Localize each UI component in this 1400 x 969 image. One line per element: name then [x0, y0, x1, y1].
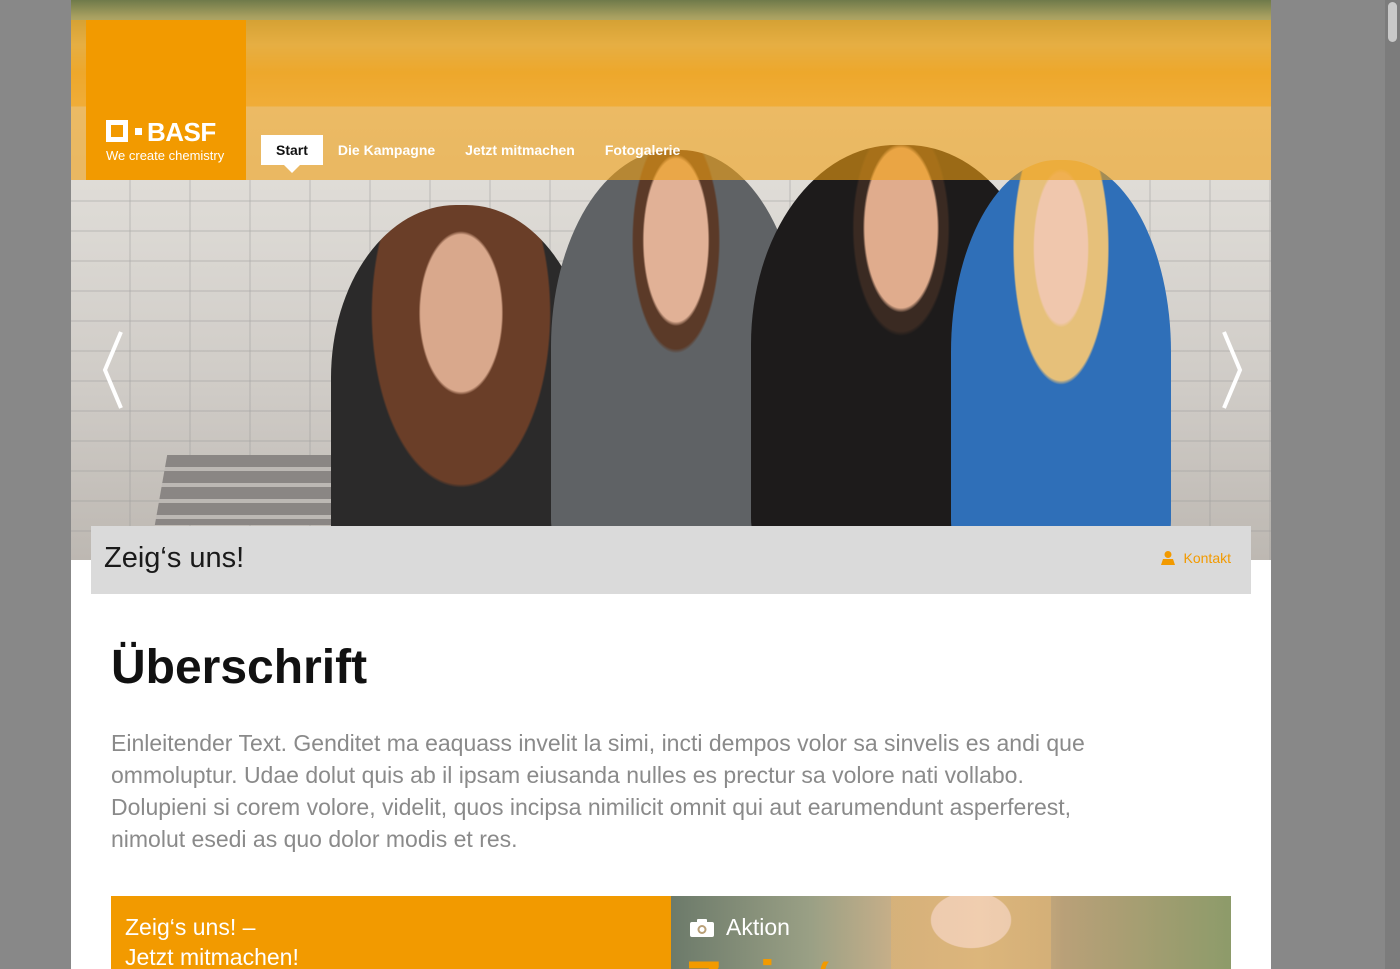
contact-label: Kontakt [1183, 550, 1231, 566]
slider-prev-button[interactable] [99, 330, 129, 410]
teaser-action-label: Aktion [726, 914, 790, 940]
teaser-join[interactable]: Zeig‘s uns! – Jetzt mitmachen! [111, 896, 671, 969]
logo-square-icon [106, 120, 128, 142]
slider-next-button[interactable] [1216, 330, 1246, 410]
hero-image: BASF We create chemistry Start Die Kampa… [71, 0, 1271, 560]
teaser-action-header: Aktion [689, 914, 790, 941]
nav-item-die-kampagne[interactable]: Die Kampagne [323, 135, 450, 165]
user-icon [1160, 551, 1175, 565]
nav-item-jetzt-mitmachen[interactable]: Jetzt mitmachen [450, 135, 590, 165]
nav-item-start[interactable]: Start [261, 135, 323, 173]
logo-mark: BASF [106, 117, 226, 147]
page: BASF We create chemistry Start Die Kampa… [71, 0, 1271, 969]
vertical-scrollbar[interactable] [1385, 0, 1400, 969]
intro-text: Einleitender Text. Genditet ma eaquass i… [111, 730, 1085, 852]
page-title: Zeig‘s uns! [104, 542, 245, 574]
logo-name: BASF [147, 117, 216, 147]
contact-link[interactable]: Kontakt [1160, 550, 1231, 566]
basf-logo[interactable]: BASF We create chemistry [86, 20, 246, 180]
logo-dot-icon [135, 128, 142, 135]
teaser-join-text: Zeig‘s uns! – Jetzt mitmachen! [125, 912, 299, 969]
person-4 [951, 160, 1171, 560]
page-title-bar: Zeig‘s uns! Kontakt [91, 526, 1251, 594]
content-headline: Überschrift [111, 641, 368, 694]
logo-tagline: We create chemistry [106, 148, 225, 163]
scrollbar-thumb[interactable] [1388, 2, 1397, 42]
teaser-action-big-text: Zeig‘ [685, 948, 835, 969]
teaser-photo [891, 896, 1051, 969]
camera-icon [690, 918, 714, 937]
teaser-action[interactable]: Aktion Zeig‘ [671, 896, 1231, 969]
teaser-join-line1: Zeig‘s uns! – [125, 914, 256, 940]
chevron-right-icon [1222, 331, 1243, 409]
teaser-join-line2: Jetzt mitmachen! [125, 944, 299, 969]
chevron-left-icon [102, 331, 123, 409]
nav-item-fotogalerie[interactable]: Fotogalerie [590, 135, 695, 165]
main-nav: Start Die Kampagne Jetzt mitmachen Fotog… [261, 135, 695, 173]
